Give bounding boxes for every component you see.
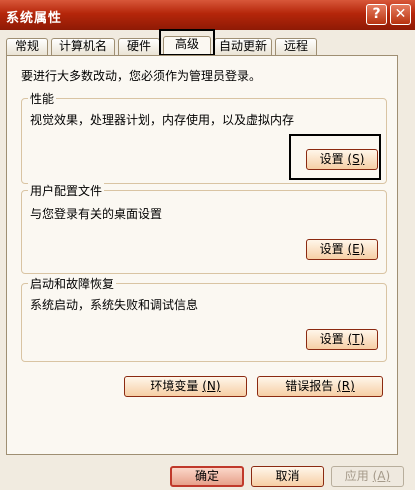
apply-key: (A) xyxy=(372,469,391,483)
user-profile-description: 与您登录有关的桌面设置 xyxy=(30,207,163,221)
environment-variables-key: (N) xyxy=(202,379,221,393)
help-button[interactable]: ? xyxy=(366,4,387,25)
ok-button[interactable]: 确定 xyxy=(170,466,244,487)
error-reporting-key: (R) xyxy=(337,379,355,393)
tab-automatic-updates[interactable]: 自动更新 xyxy=(214,38,272,55)
error-reporting-button[interactable]: 错误报告 (R) xyxy=(257,376,383,397)
error-reporting-label: 错误报告 xyxy=(285,379,334,393)
startup-recovery-settings-label: 设置 xyxy=(319,332,344,346)
performance-group-label: 性能 xyxy=(28,90,57,107)
user-profile-settings-button[interactable]: 设置 (E) xyxy=(306,239,378,260)
startup-recovery-settings-button[interactable]: 设置 (T) xyxy=(306,329,378,350)
tab-hardware[interactable]: 硬件 xyxy=(118,38,160,55)
user-profile-settings-key: (E) xyxy=(347,242,365,256)
title-bar[interactable]: 系统属性 ? ✕ xyxy=(0,0,415,30)
user-profile-group: 用户配置文件 与您登录有关的桌面设置 设置 (E) xyxy=(21,182,387,274)
close-button[interactable]: ✕ xyxy=(390,4,411,25)
user-profile-settings-label: 设置 xyxy=(319,242,344,256)
startup-recovery-group: 启动和故障恢复 系统启动，系统失败和调试信息 设置 (T) xyxy=(21,275,387,362)
startup-recovery-group-label: 启动和故障恢复 xyxy=(28,275,117,292)
tab-remote[interactable]: 远程 xyxy=(275,38,317,55)
environment-variables-button[interactable]: 环境变量 (N) xyxy=(124,376,247,397)
help-icon: ? xyxy=(372,6,381,22)
tab-general[interactable]: 常规 xyxy=(6,38,48,55)
cancel-button[interactable]: 取消 xyxy=(251,466,324,487)
window-title: 系统属性 xyxy=(6,11,63,26)
system-properties-dialog: 系统属性 ? ✕ 常规 计算机名 硬件 高级 自动更新 远程 要进行大多数改动，… xyxy=(0,0,415,490)
user-profile-group-label: 用户配置文件 xyxy=(28,182,105,199)
tab-computer-name[interactable]: 计算机名 xyxy=(51,38,115,55)
close-icon: ✕ xyxy=(394,6,407,22)
performance-settings-highlight xyxy=(289,134,381,180)
startup-recovery-description: 系统启动，系统失败和调试信息 xyxy=(30,298,199,312)
admin-notice: 要进行大多数改动，您必须作为管理员登录。 xyxy=(21,69,262,83)
active-tab-highlight xyxy=(159,29,215,56)
advanced-tab-panel: 要进行大多数改动，您必须作为管理员登录。 性能 视觉效果，处理器计划，内存使用，… xyxy=(6,55,398,455)
apply-label: 应用 xyxy=(344,469,369,483)
startup-recovery-settings-key: (T) xyxy=(347,332,365,346)
environment-variables-label: 环境变量 xyxy=(150,379,199,393)
apply-button[interactable]: 应用 (A) xyxy=(331,466,404,487)
performance-description: 视觉效果，处理器计划，内存使用，以及虚拟内存 xyxy=(30,113,295,127)
